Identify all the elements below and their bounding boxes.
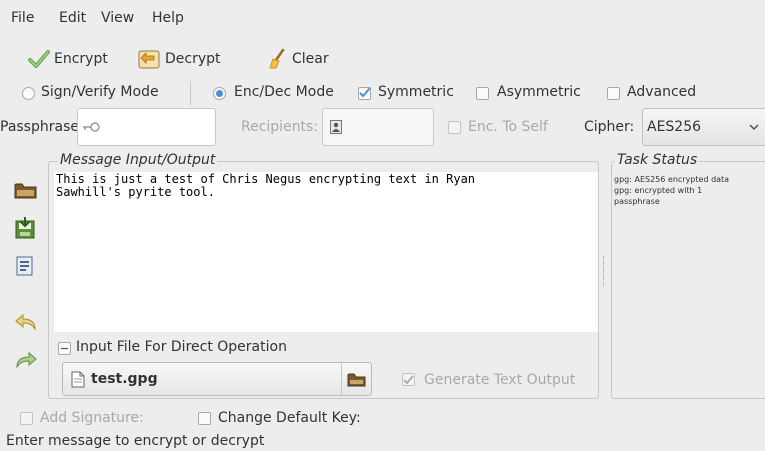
sign-verify-label: Sign/Verify Mode [41,84,159,100]
enc-to-self-checkbox[interactable] [448,121,461,134]
statusbar-text: Enter message to encrypt or decrypt [6,433,265,449]
menu-view[interactable]: View [101,10,134,26]
minus-icon [61,347,68,350]
file-chooser-divider [341,363,342,395]
input-file-expander-label: Input File For Direct Operation [76,339,287,355]
undo-icon[interactable] [14,312,38,332]
enc-dec-label: Enc/Dec Mode [234,84,334,100]
redo-icon[interactable] [14,350,38,370]
menu-help[interactable]: Help [152,10,184,26]
clear-label: Clear [292,51,329,67]
document-icon [71,371,85,388]
generate-text-output-label: Generate Text Output [424,372,576,388]
cipher-label: Cipher: [584,119,635,135]
cipher-select[interactable]: AES256 [642,108,765,146]
menu-file[interactable]: File [11,10,34,26]
mode-separator [190,81,191,105]
asymmetric-checkbox[interactable] [476,87,489,100]
sign-verify-radio[interactable] [22,87,35,100]
save-download-icon[interactable] [14,216,38,240]
recipients-label: Recipients: [241,119,319,135]
checkmark-icon [403,375,414,385]
clear-button[interactable]: Clear [266,46,329,72]
checkmark-icon [28,50,50,68]
input-file-name: test.gpg [91,371,158,387]
key-icon [83,122,100,132]
task-status-title: Task Status [615,152,700,168]
decrypt-label: Decrypt [165,51,221,67]
checkmark-icon [359,87,371,98]
advanced-label: Advanced [627,84,697,100]
pane-resize-handle[interactable] [603,256,605,286]
asymmetric-label: Asymmetric [497,84,581,100]
cipher-value: AES256 [647,119,702,135]
message-textarea[interactable]: This is just a test of Chris Negus encry… [54,172,598,332]
recipients-field[interactable] [322,108,434,146]
add-signature-label: Add Signature: [40,410,144,426]
symmetric-label: Symmetric [378,84,454,100]
message-frame-title: Message Input/Output [58,152,218,168]
paste-clipboard-icon[interactable] [14,255,36,277]
input-file-expander-toggle[interactable] [58,342,71,355]
chevron-down-icon [749,124,759,131]
change-default-key-label: Change Default Key: [218,410,361,426]
open-file-icon[interactable] [14,180,38,200]
passphrase-label: Passphrase: [0,119,84,135]
generate-text-output-checkbox[interactable] [402,373,415,386]
enc-dec-radio[interactable] [213,87,226,100]
encrypt-button[interactable]: Encrypt [28,46,108,72]
folder-icon [347,373,366,387]
unlock-icon [138,50,160,69]
contact-icon [330,120,342,134]
change-default-key-checkbox[interactable] [198,412,211,425]
menu-edit[interactable]: Edit [59,10,86,26]
decrypt-button[interactable]: Decrypt [137,46,221,72]
passphrase-field[interactable] [77,108,216,146]
task-status-text: gpg: AES256 encrypted data gpg: encrypte… [614,175,730,206]
symmetric-checkbox[interactable] [358,87,371,100]
broom-icon [269,48,285,69]
menubar: File Edit View Help [0,0,765,36]
enc-to-self-label: Enc. To Self [468,119,548,135]
advanced-checkbox[interactable] [607,87,620,100]
encrypt-label: Encrypt [54,51,108,67]
input-file-chooser[interactable]: test.gpg [62,362,372,396]
add-signature-checkbox[interactable] [20,412,33,425]
